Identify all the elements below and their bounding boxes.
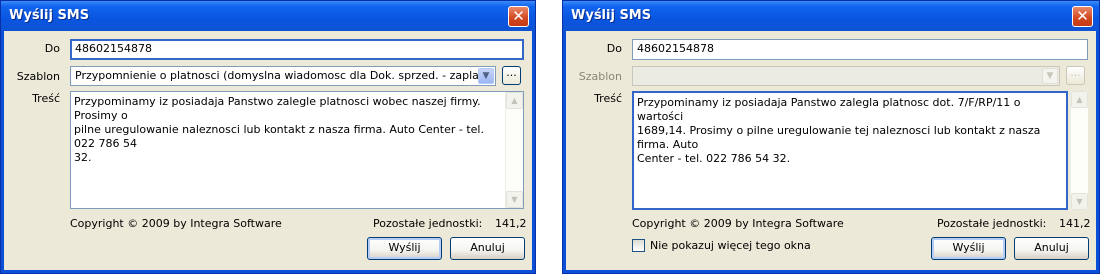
dialog-body: Do 48602154878 Szablon Przypomnienie o p… (4, 31, 532, 270)
scroll-up-icon[interactable]: ▲ (1071, 91, 1088, 108)
message-text: Przypominamy iz posiadaja Panstwo zalegl… (637, 96, 1041, 165)
send-button[interactable]: Wyślij (931, 237, 1006, 260)
cancel-button[interactable]: Anuluj (1014, 237, 1089, 260)
scroll-up-icon[interactable]: ▲ (506, 92, 523, 109)
vertical-scrollbar[interactable]: ▲ ▼ (505, 92, 523, 208)
send-button[interactable]: Wyślij (367, 237, 442, 260)
template-value: Przypomnienie o platnosci (domyslna wiad… (75, 69, 496, 82)
close-button[interactable]: ✕ (1072, 6, 1093, 27)
remaining-units-value: 141,2 (495, 217, 527, 230)
chevron-down-icon[interactable]: ▼ (1042, 68, 1058, 84)
szablon-label: Szablon (578, 70, 622, 83)
template-browse-button[interactable]: ... (1066, 66, 1085, 85)
recipient-value: 48602154878 (75, 42, 152, 55)
chevron-down-icon[interactable]: ▼ (478, 68, 494, 84)
template-select[interactable]: Przypomnienie o platnosci (domyslna wiad… (70, 66, 496, 86)
close-button[interactable]: ✕ (508, 6, 529, 27)
szablon-label: Szablon (16, 70, 60, 83)
tresc-label: Treść (32, 92, 60, 105)
remaining-units-value: 141,2 (1059, 217, 1091, 230)
copyright-text: Copyright © 2009 by Integra Software (632, 217, 844, 230)
remaining-units-label: Pozostałe jednostki: (937, 217, 1047, 230)
template-select[interactable]: ▼ (632, 66, 1060, 86)
dont-show-again-checkbox[interactable] (632, 239, 645, 252)
template-browse-button[interactable]: ... (502, 66, 521, 85)
title-bar[interactable]: Wyślij SMS ✕ (563, 1, 1099, 31)
do-label: Do (606, 42, 622, 55)
remaining-units-label: Pozostałe jednostki: (373, 217, 483, 230)
scroll-down-icon[interactable]: ▼ (506, 191, 523, 208)
dialog-body: Do 48602154878 Szablon ▼ ... Treść Przyp… (566, 31, 1096, 270)
recipient-input[interactable]: 48602154878 (632, 39, 1088, 60)
cancel-button[interactable]: Anuluj (450, 237, 525, 260)
scroll-down-icon[interactable]: ▼ (1071, 193, 1088, 210)
recipient-input[interactable]: 48602154878 (70, 39, 524, 60)
message-textarea[interactable]: Przypominamy iz posiadaja Panstwo zalegl… (70, 91, 524, 209)
sms-dialog-left: Wyślij SMS ✕ Do 48602154878 Szablon Przy… (0, 0, 536, 274)
sms-dialog-right: Wyślij SMS ✕ Do 48602154878 Szablon ▼ ..… (562, 0, 1100, 274)
vertical-scrollbar[interactable]: ▲ ▼ (1070, 91, 1088, 210)
copyright-text: Copyright © 2009 by Integra Software (70, 217, 282, 230)
window-title: Wyślij SMS (571, 8, 652, 23)
title-bar[interactable]: Wyślij SMS ✕ (1, 1, 535, 31)
tresc-label: Treść (594, 92, 622, 105)
recipient-value: 48602154878 (637, 42, 714, 55)
message-text: Przypominamy iz posiadaja Panstwo zalegl… (74, 95, 484, 164)
message-textarea[interactable]: Przypominamy iz posiadaja Panstwo zalegl… (632, 91, 1068, 210)
do-label: Do (44, 42, 60, 55)
dont-show-again-label[interactable]: Nie pokazuj więcej tego okna (650, 239, 811, 252)
window-title: Wyślij SMS (9, 8, 90, 23)
